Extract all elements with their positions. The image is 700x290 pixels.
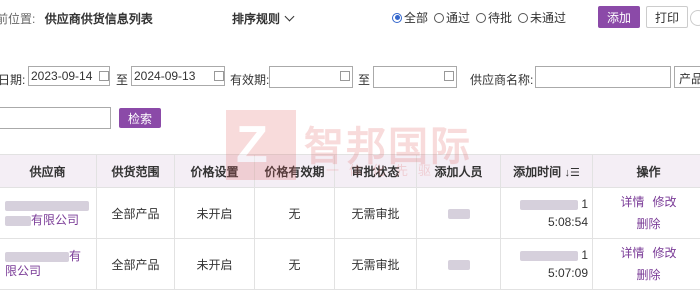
delete-link[interactable]: 删除 <box>636 268 660 282</box>
radio-icon <box>476 13 486 23</box>
sort-icon[interactable]: ↓☰ <box>564 167 579 179</box>
validity-from-field[interactable] <box>269 66 353 88</box>
edit-link[interactable]: 修改 <box>653 195 677 209</box>
price-validity-cell: 无 <box>255 188 335 239</box>
calendar-icon <box>214 71 224 81</box>
breadcrumb: 前位置: 供应商供货信息列表 <box>0 10 153 27</box>
blurred-text <box>520 251 578 261</box>
calendar-icon <box>340 71 350 81</box>
price-validity-cell: 无 <box>255 239 335 290</box>
blurred-text <box>5 216 31 226</box>
status-radio-passed[interactable]: 通过 <box>434 9 470 26</box>
chevron-down-icon <box>285 12 295 22</box>
blurred-text <box>448 260 470 270</box>
approval-cell: 无需审批 <box>335 239 417 290</box>
edit-link[interactable]: 修改 <box>653 246 677 260</box>
header-price-setting: 价格设置 <box>175 155 255 188</box>
top-bar: 前位置: 供应商供货信息列表 排序规则 全部 通过 待批 未通过 添加 打印 <box>0 0 700 34</box>
date-from-field[interactable]: 2023-09-14 <box>28 66 110 86</box>
scope-cell: 全部产品 <box>97 188 175 239</box>
blurred-text <box>520 200 578 210</box>
supplier-cell[interactable]: 有限公司 <box>0 239 97 290</box>
added-time-cell: 15:08:54 <box>501 188 593 239</box>
header-approval: 审批状态 <box>335 155 417 188</box>
status-radio-rejected[interactable]: 未通过 <box>518 9 566 26</box>
detail-link[interactable]: 详情 <box>620 195 644 209</box>
validity-to-label: 至 <box>358 71 370 88</box>
page-title: 供应商供货信息列表 <box>45 12 153 26</box>
header-added-by: 添加人员 <box>417 155 501 188</box>
added-by-cell <box>417 239 501 290</box>
status-radio-all[interactable]: 全部 <box>392 9 428 26</box>
search-button[interactable]: 检索 <box>119 108 161 128</box>
actions-cell: 详情修改 删除 <box>593 239 700 290</box>
date-label: 日期: <box>0 71 25 88</box>
header-scope: 供货范围 <box>97 155 175 188</box>
blurred-text <box>5 252 69 262</box>
added-by-cell <box>417 188 501 239</box>
keyword-input[interactable] <box>0 107 111 129</box>
validity-to-field[interactable] <box>373 66 457 88</box>
breadcrumb-prefix: 前位置: <box>0 12 35 26</box>
sort-dropdown[interactable]: 排序规则 <box>232 10 293 27</box>
price-setting-cell: 未开启 <box>175 188 255 239</box>
add-button[interactable]: 添加 <box>598 6 640 28</box>
calendar-icon <box>444 71 454 81</box>
header-supplier: 供应商 <box>0 155 97 188</box>
supplier-name-input[interactable] <box>535 66 671 88</box>
date-to-label: 至 <box>116 71 128 88</box>
calendar-icon <box>99 71 109 81</box>
status-filter: 全部 通过 待批 未通过 <box>392 9 566 26</box>
supplier-table: 供应商 供货范围 价格设置 价格有效期 审批状态 添加人员 添加时间 ↓☰ 操作… <box>0 154 700 290</box>
supplier-name-label: 供应商名称: <box>470 71 533 88</box>
added-time-cell: 15:07:09 <box>501 239 593 290</box>
blurred-text <box>5 201 89 211</box>
delete-link[interactable]: 删除 <box>636 217 660 231</box>
scope-cell: 全部产品 <box>97 239 175 290</box>
print-button[interactable]: 打印 <box>646 6 688 28</box>
actions-cell: 详情修改 删除 <box>593 188 700 239</box>
header-price-validity: 价格有效期 <box>255 155 335 188</box>
sort-label: 排序规则 <box>232 12 280 26</box>
status-radio-pending[interactable]: 待批 <box>476 9 512 26</box>
product-select[interactable]: 产品 <box>674 66 700 88</box>
radio-icon <box>434 13 444 23</box>
radio-icon <box>518 13 528 23</box>
radio-icon <box>392 13 402 23</box>
header-actions: 操作 <box>593 155 700 188</box>
table-header-row: 供应商 供货范围 价格设置 价格有效期 审批状态 添加人员 添加时间 ↓☰ 操作 <box>0 155 700 188</box>
header-added-time[interactable]: 添加时间 ↓☰ <box>501 155 593 188</box>
close-icon[interactable] <box>690 10 700 26</box>
validity-label: 有效期: <box>230 71 269 88</box>
table-row: 有限公司 全部产品 未开启 无 无需审批 15:07:09 详情修改 删除 <box>0 239 700 290</box>
supplier-cell[interactable]: 有限公司 <box>0 188 97 239</box>
blurred-text <box>448 209 470 219</box>
price-setting-cell: 未开启 <box>175 239 255 290</box>
detail-link[interactable]: 详情 <box>620 246 644 260</box>
table-row: 有限公司 全部产品 未开启 无 无需审批 15:08:54 详情修改 删除 <box>0 188 700 239</box>
date-to-field[interactable]: 2024-09-13 <box>131 66 225 86</box>
filter-row: 日期: 2023-09-14 至 2024-09-13 有效期: 至 供应商名称… <box>0 66 700 90</box>
approval-cell: 无需审批 <box>335 188 417 239</box>
search-row: 检索 <box>0 107 700 131</box>
